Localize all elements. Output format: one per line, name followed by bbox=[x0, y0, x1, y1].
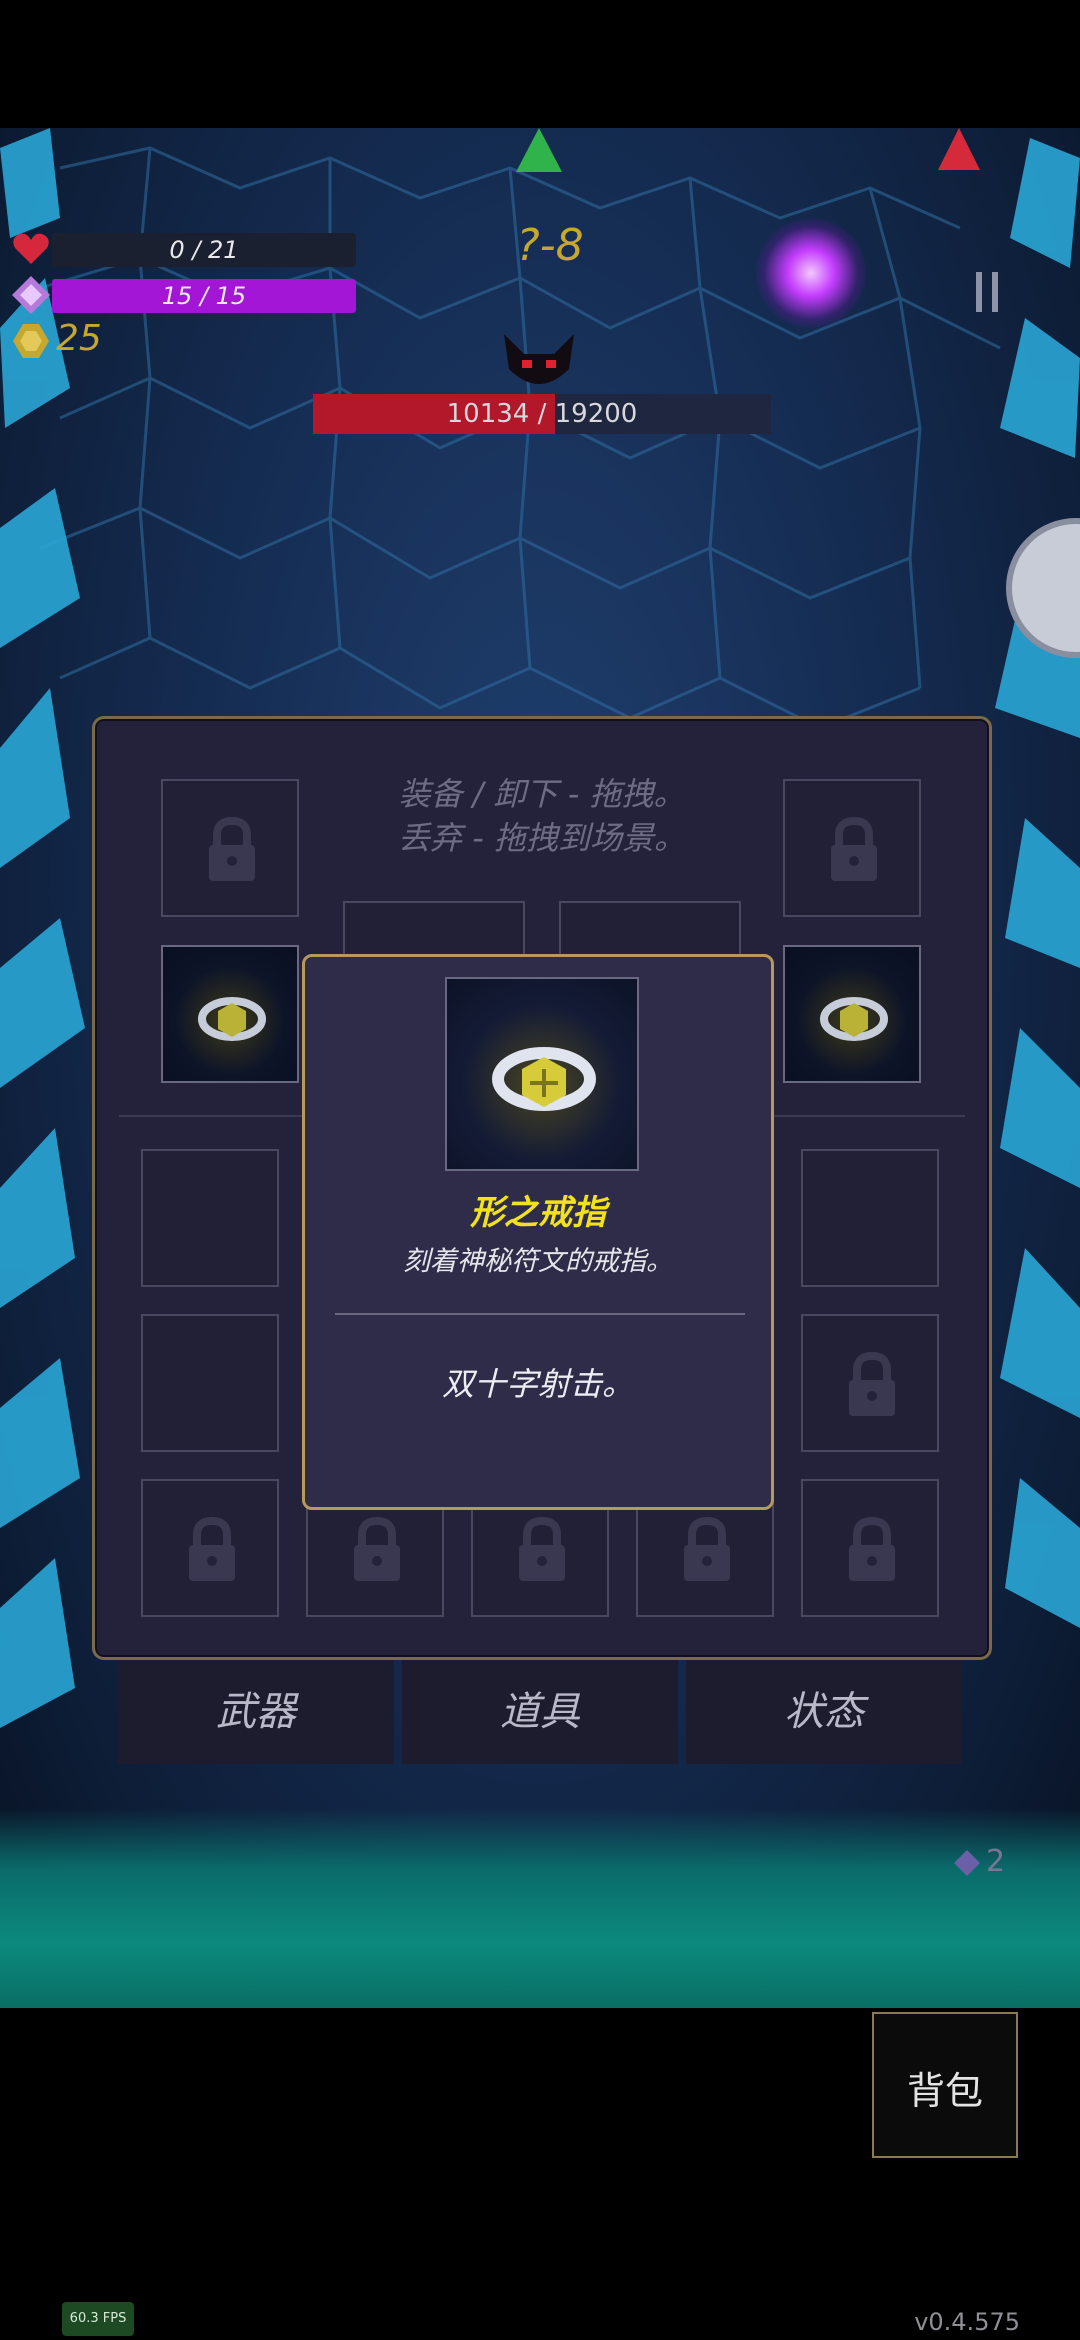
lock-icon bbox=[209, 816, 255, 881]
boss-enemy-icon bbox=[504, 334, 574, 384]
health-bar: 0 / 21 bbox=[52, 233, 356, 267]
ring-icon bbox=[492, 1047, 596, 1111]
bag-slot[interactable] bbox=[801, 1149, 939, 1287]
version-label: v0.4.575 bbox=[914, 2308, 1020, 2336]
coin-icon bbox=[13, 324, 49, 358]
tooltip-divider bbox=[335, 1313, 745, 1315]
tab-status[interactable]: 状态 bbox=[686, 1660, 962, 1764]
lock-icon bbox=[519, 1516, 565, 1581]
backpack-button[interactable]: 背包 bbox=[872, 2012, 1018, 2158]
tab-items[interactable]: 道具 bbox=[402, 1660, 678, 1764]
pause-button[interactable] bbox=[970, 268, 1010, 318]
ring-icon bbox=[820, 997, 888, 1041]
item-name: 形之戒指 bbox=[470, 1193, 606, 1233]
bag-slot[interactable] bbox=[141, 1149, 279, 1287]
mana-gem-icon bbox=[12, 276, 50, 314]
backpack-label: 背包 bbox=[906, 2069, 983, 2113]
stage-label: ?-8 bbox=[516, 220, 584, 271]
health-text: 0 / 21 bbox=[169, 236, 239, 264]
ring-slot-locked-left bbox=[161, 779, 299, 917]
item-effect: 双十字射击。 bbox=[441, 1365, 634, 1403]
coin-count: 25 bbox=[56, 318, 102, 359]
lock-icon bbox=[189, 1516, 235, 1581]
gem-count: 2 bbox=[986, 1844, 1006, 1879]
fps-counter: 60.3 FPS bbox=[62, 2302, 134, 2336]
boss-hp-text: 10134 / 19200 bbox=[446, 399, 638, 429]
mana-bar: 15 / 15 bbox=[52, 279, 356, 313]
lock-icon bbox=[831, 816, 877, 881]
ring-slot-locked-right bbox=[783, 779, 921, 917]
ring-slot-equipped-left[interactable] bbox=[161, 945, 299, 1083]
enemy-marker-icon bbox=[938, 128, 980, 170]
bag-slot-locked bbox=[801, 1479, 939, 1617]
item-tooltip: 形之戒指 刻着神秘符文的戒指。 双十字射击。 bbox=[302, 954, 774, 1510]
heart-icon bbox=[13, 233, 49, 264]
magic-orb bbox=[756, 218, 866, 328]
pause-icon-bar-2 bbox=[992, 272, 998, 312]
bag-slot-locked bbox=[801, 1314, 939, 1452]
gem-icon bbox=[954, 1850, 980, 1876]
ring-slot-equipped-right[interactable] bbox=[783, 945, 921, 1083]
lock-icon bbox=[849, 1516, 895, 1581]
bag-slot-locked bbox=[141, 1479, 279, 1617]
crystal-floor bbox=[0, 1808, 1080, 2008]
pause-icon bbox=[976, 272, 982, 312]
lock-icon bbox=[849, 1351, 895, 1416]
bag-slot[interactable] bbox=[141, 1314, 279, 1452]
tab-weapons[interactable]: 武器 bbox=[118, 1660, 394, 1764]
item-image bbox=[445, 977, 639, 1171]
lock-icon bbox=[684, 1516, 730, 1581]
boss-hp-bar: 10134 / 19200 bbox=[313, 394, 771, 434]
status-bar-area bbox=[0, 0, 1080, 128]
mana-text: 15 / 15 bbox=[161, 282, 247, 310]
lock-icon bbox=[354, 1516, 400, 1581]
exit-arrow-up-icon bbox=[516, 128, 562, 172]
item-description: 刻着神秘符文的戒指。 bbox=[403, 1246, 673, 1277]
ring-icon bbox=[198, 997, 266, 1041]
